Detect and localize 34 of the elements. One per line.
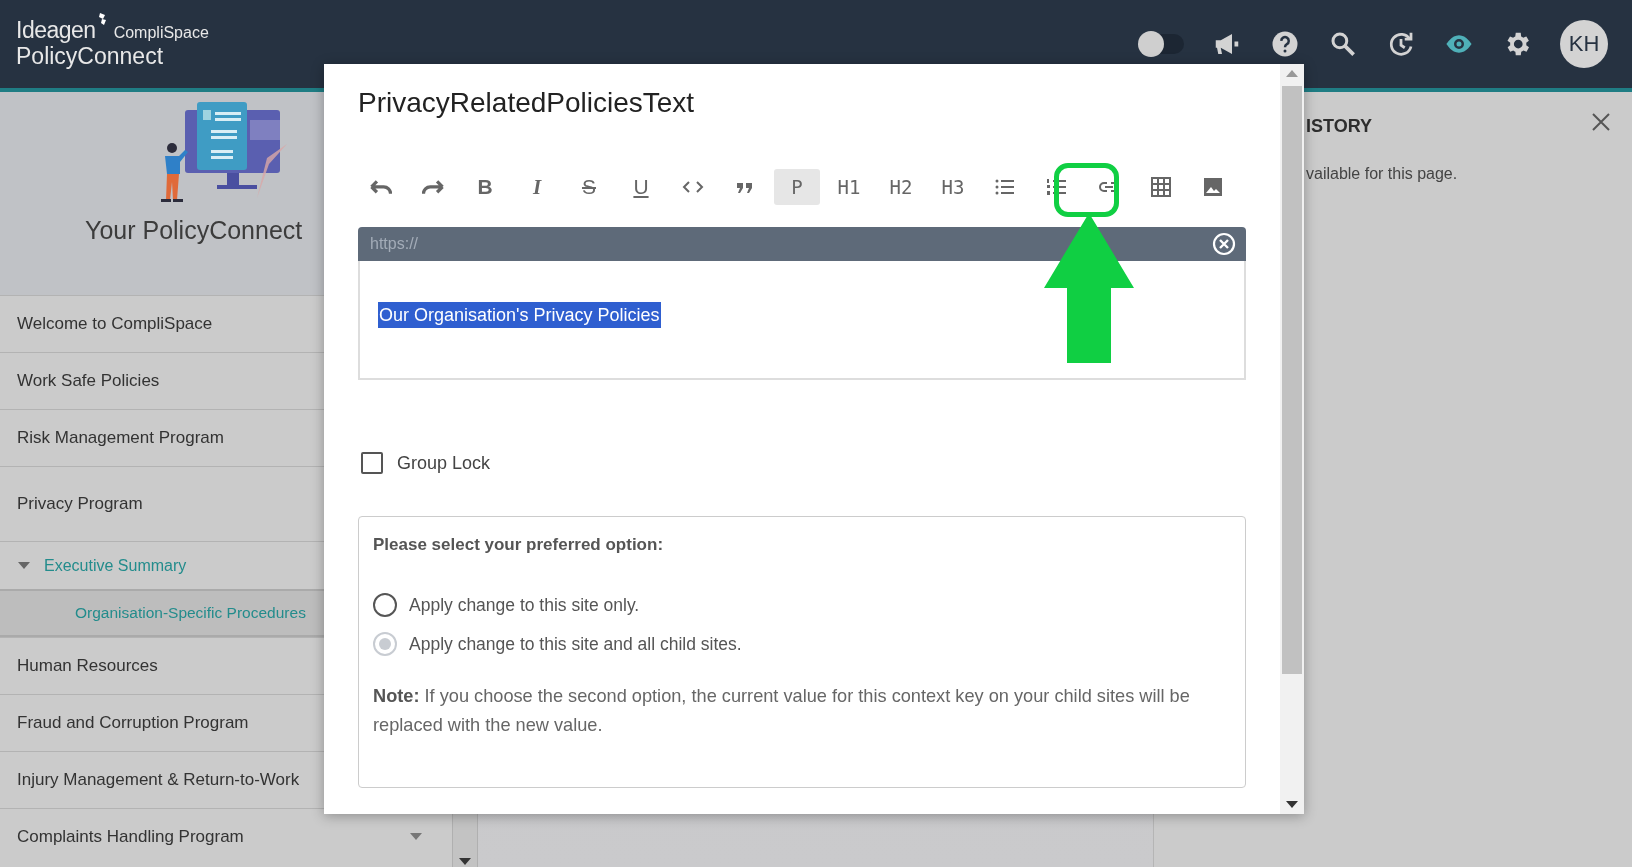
format-button[interactable]: U — [618, 169, 664, 205]
redo-icon — [422, 179, 444, 195]
format-button[interactable]: H2 — [878, 169, 924, 205]
hero-title: Your PolicyConnect — [84, 216, 303, 245]
radio-button[interactable] — [373, 593, 397, 617]
image-icon — [1201, 175, 1225, 199]
editor-area[interactable]: Our Organisation's Privacy Policies — [358, 261, 1246, 380]
help-icon[interactable] — [1270, 29, 1300, 59]
user-avatar[interactable]: KH — [1560, 20, 1608, 68]
scroll-down-icon[interactable] — [459, 858, 471, 865]
format-button[interactable]: I — [514, 169, 560, 205]
table-icon — [1149, 175, 1173, 199]
brand-name: Ideagen — [16, 16, 96, 44]
undo-icon — [370, 179, 392, 195]
product-name: CompliSpace — [113, 23, 209, 43]
dialog-title: PrivacyRelatedPoliciesText — [358, 87, 696, 119]
format-button[interactable]: P — [774, 169, 820, 205]
format-button[interactable]: S — [566, 169, 612, 205]
url-bar[interactable]: https:// — [358, 227, 1246, 261]
toggle-switch[interactable] — [1140, 34, 1184, 54]
format-button[interactable]: H3 — [930, 169, 976, 205]
url-field[interactable]: https:// — [368, 234, 772, 254]
logo-mark-icon — [97, 12, 108, 25]
panel-title: ISTORY — [1306, 116, 1372, 137]
close-icon[interactable] — [1592, 113, 1610, 131]
app-name: PolicyConnect — [16, 43, 165, 68]
scroll-down-icon[interactable] — [1286, 801, 1298, 808]
format-button[interactable]: H1 — [826, 169, 872, 205]
selected-text: Our Organisation's Privacy Policies — [378, 302, 661, 328]
panel-message: vailable for this page. — [1306, 165, 1459, 183]
scrollbar-thumb[interactable] — [1282, 86, 1302, 674]
format-button[interactable]: B — [462, 169, 508, 205]
caret-icon[interactable] — [18, 561, 30, 570]
checkbox[interactable] — [361, 452, 383, 474]
